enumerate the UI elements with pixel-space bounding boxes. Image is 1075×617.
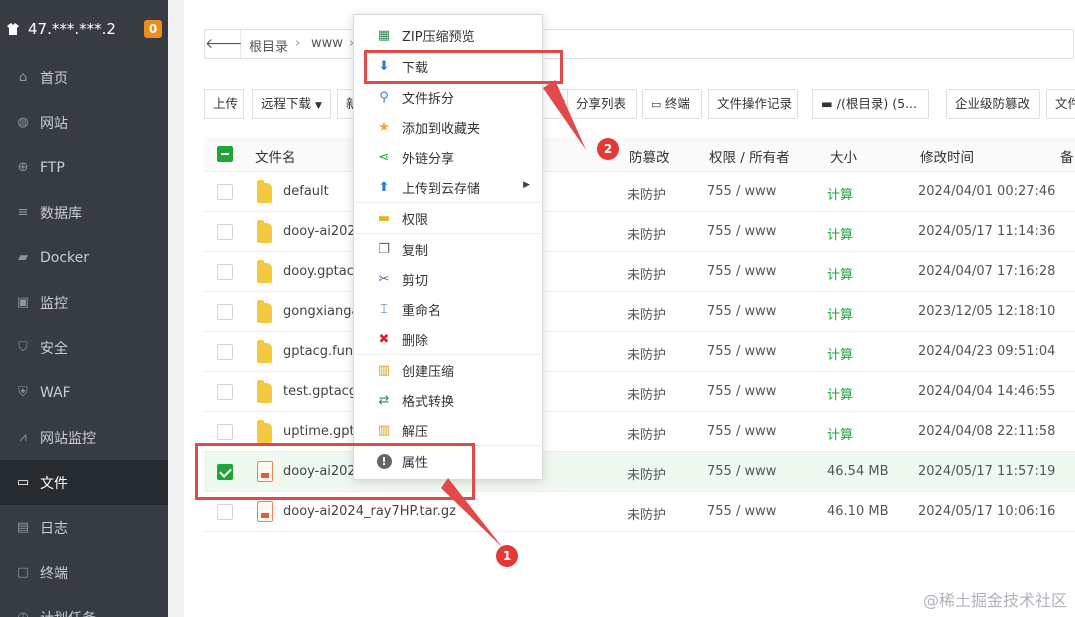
watermark: @稀土掘金技术社区 [922, 591, 1067, 610]
step-2-marker: 2 [597, 138, 619, 160]
annotation-arrows [441, 80, 586, 548]
step-1-marker: 1 [496, 545, 518, 567]
arrow-to-download [543, 80, 586, 150]
arrow-to-properties [441, 478, 503, 548]
